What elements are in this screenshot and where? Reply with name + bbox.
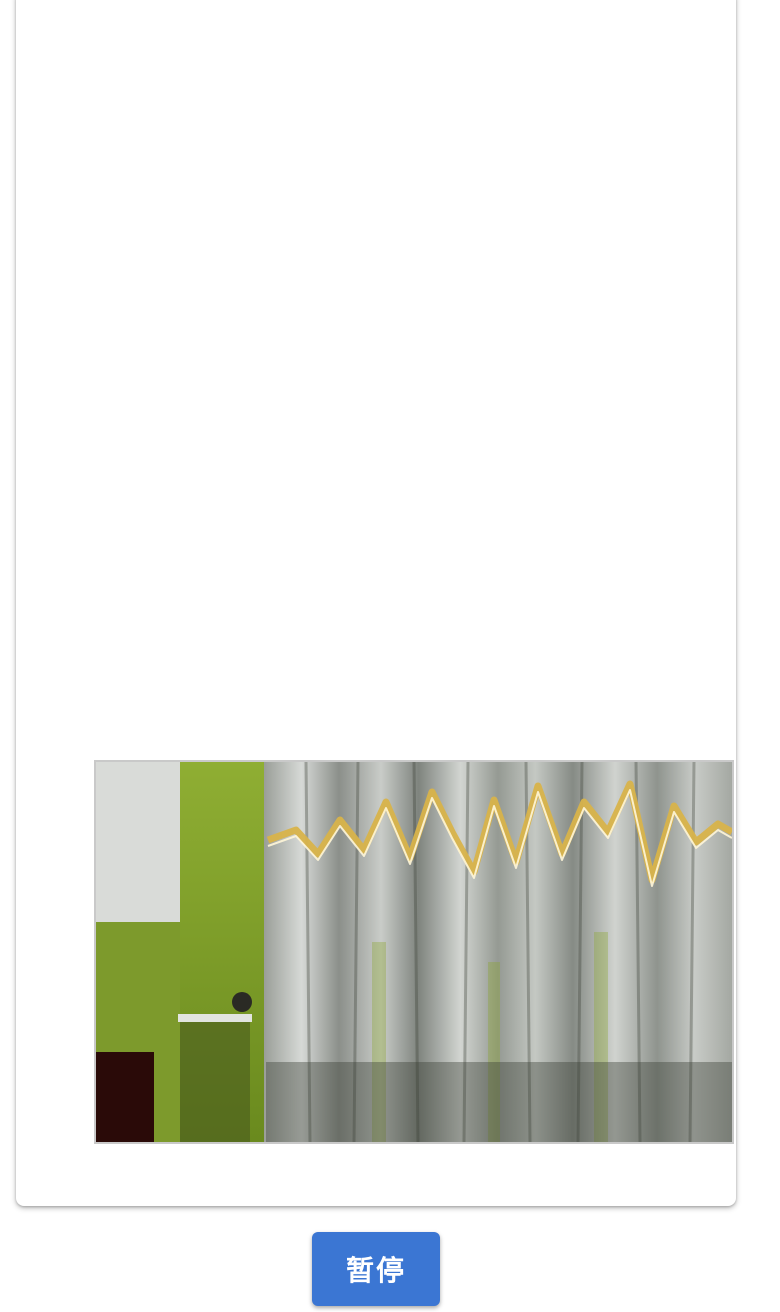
camera-video-preview[interactable] xyxy=(94,760,734,1144)
video-card xyxy=(16,0,736,1206)
camera-frame-image xyxy=(96,762,732,1142)
pause-button[interactable]: 暂停 xyxy=(312,1232,440,1306)
